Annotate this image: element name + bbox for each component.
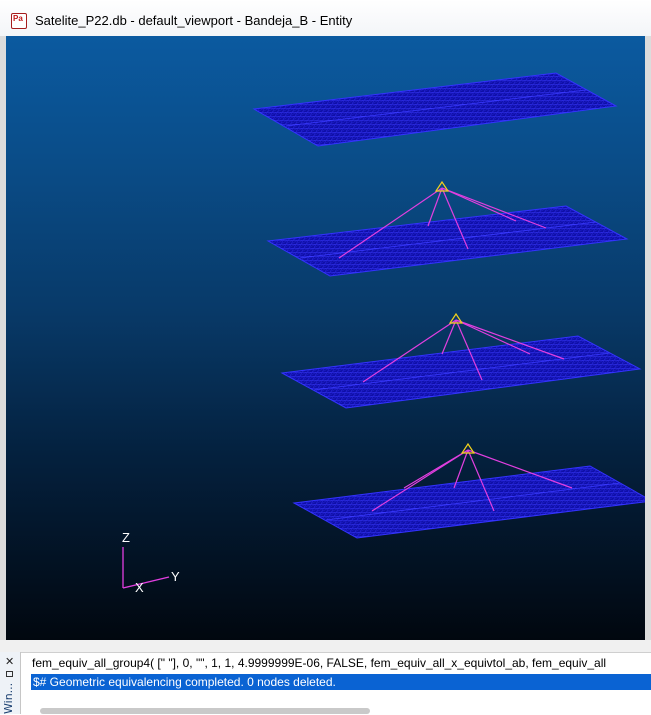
history-line[interactable]: fem_equiv_all_group4( [" "], 0, "", 1, 1…	[32, 656, 606, 670]
window-title: Satelite_P22.db - default_viewport - Ban…	[35, 13, 353, 28]
mesh-tray-2[interactable]	[266, 205, 629, 277]
triad-y-label: Y	[171, 569, 180, 584]
patran-app-icon[interactable]: Pa	[11, 13, 27, 29]
title-bar[interactable]: Pa Satelite_P22.db - default_viewport - …	[0, 0, 651, 37]
command-panel-dock-bar: ✕ Win...	[0, 652, 21, 714]
triad-y-axis	[122, 576, 170, 589]
viewport-canvas: Z Y X	[122, 72, 645, 595]
restore-icon[interactable]	[6, 671, 13, 677]
triad-z-label: Z	[122, 530, 130, 545]
main-window: Pa Satelite_P22.db - default_viewport - …	[0, 0, 651, 640]
graphics-viewport[interactable]: Z Y X	[0, 36, 651, 640]
dock-panel-label[interactable]: Win...	[2, 683, 15, 714]
mesh-tray-1[interactable]	[252, 72, 618, 147]
mesh-tray-3[interactable]	[280, 335, 642, 409]
mesh-tray-4[interactable]	[292, 465, 645, 539]
app-icon-label: Pa	[13, 14, 23, 23]
close-icon[interactable]: ✕	[5, 655, 14, 668]
status-line-selected[interactable]: $# Geometric equivalencing completed. 0 …	[31, 674, 651, 690]
horizontal-scrollbar[interactable]	[40, 708, 370, 714]
coordinate-triad: Z Y X	[122, 530, 180, 595]
triad-x-label: X	[135, 580, 144, 595]
